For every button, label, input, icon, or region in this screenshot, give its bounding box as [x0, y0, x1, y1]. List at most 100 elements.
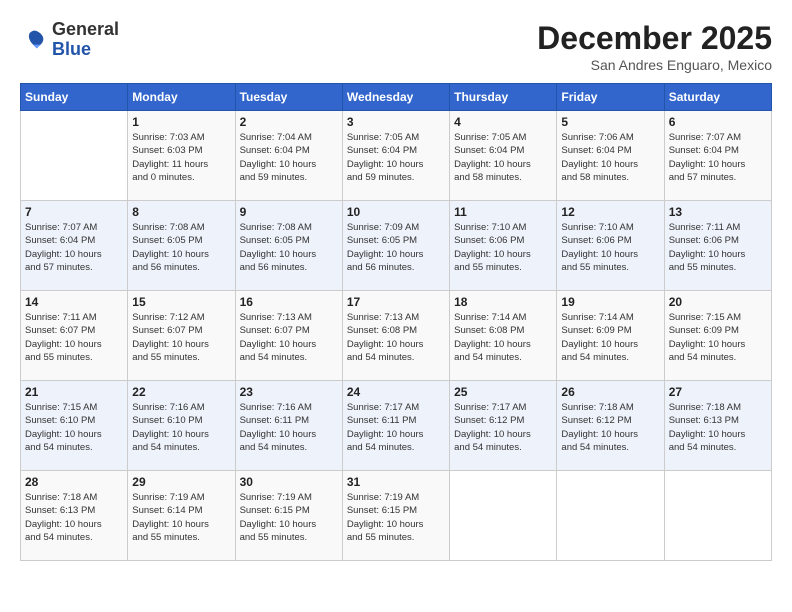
calendar-cell: 2Sunrise: 7:04 AM Sunset: 6:04 PM Daylig…: [235, 111, 342, 201]
calendar-cell: [21, 111, 128, 201]
day-info: Sunrise: 7:13 AM Sunset: 6:08 PM Dayligh…: [347, 311, 445, 364]
header-row: SundayMondayTuesdayWednesdayThursdayFrid…: [21, 84, 772, 111]
day-number: 21: [25, 385, 123, 399]
day-number: 7: [25, 205, 123, 219]
day-number: 9: [240, 205, 338, 219]
calendar-cell: 31Sunrise: 7:19 AM Sunset: 6:15 PM Dayli…: [342, 471, 449, 561]
day-info: Sunrise: 7:17 AM Sunset: 6:12 PM Dayligh…: [454, 401, 552, 454]
calendar-cell: [664, 471, 771, 561]
day-number: 30: [240, 475, 338, 489]
day-info: Sunrise: 7:11 AM Sunset: 6:06 PM Dayligh…: [669, 221, 767, 274]
day-number: 16: [240, 295, 338, 309]
week-row-1: 1 Sunrise: 7:03 AM Sunset: 6:03 PM Daylig…: [21, 111, 772, 201]
day-number: 5: [561, 115, 659, 129]
header-day-tuesday: Tuesday: [235, 84, 342, 111]
week-row-3: 14Sunrise: 7:11 AM Sunset: 6:07 PM Dayli…: [21, 291, 772, 381]
day-info: Sunrise: 7:05 AM Sunset: 6:04 PM Dayligh…: [347, 131, 445, 184]
day-info: Sunrise: 7:19 AM Sunset: 6:15 PM Dayligh…: [240, 491, 338, 544]
calendar-cell: [557, 471, 664, 561]
day-number: 13: [669, 205, 767, 219]
calendar-cell: [450, 471, 557, 561]
day-info: Sunrise: 7:16 AM Sunset: 6:11 PM Dayligh…: [240, 401, 338, 454]
header-day-thursday: Thursday: [450, 84, 557, 111]
day-info: Sunrise: 7:07 AM Sunset: 6:04 PM Dayligh…: [669, 131, 767, 184]
day-info: Sunrise: 7:15 AM Sunset: 6:10 PM Dayligh…: [25, 401, 123, 454]
calendar-cell: 29 Sunrise: 7:19 AM Sunset: 6:14 PM Dayli…: [128, 471, 235, 561]
day-number: 26: [561, 385, 659, 399]
calendar-cell: 17Sunrise: 7:13 AM Sunset: 6:08 PM Dayli…: [342, 291, 449, 381]
calendar-cell: 11Sunrise: 7:10 AM Sunset: 6:06 PM Dayli…: [450, 201, 557, 291]
calendar-body: 1 Sunrise: 7:03 AM Sunset: 6:03 PM Daylig…: [21, 111, 772, 561]
page-header: General Blue December 2025 San Andres En…: [20, 20, 772, 73]
day-info: Sunrise: 7:09 AM Sunset: 6:05 PM Dayligh…: [347, 221, 445, 274]
header-day-sunday: Sunday: [21, 84, 128, 111]
day-number: 24: [347, 385, 445, 399]
logo: General Blue: [20, 20, 119, 60]
day-info: Sunrise: 7:18 AM Sunset: 6:13 PM Dayligh…: [25, 491, 123, 544]
day-number: 18: [454, 295, 552, 309]
calendar-cell: 27 Sunrise: 7:18 AM Sunset: 6:13 PM Dayli…: [664, 381, 771, 471]
day-info: Sunrise: 7:18 AM Sunset: 6:12 PM Dayligh…: [561, 401, 659, 454]
calendar-header: SundayMondayTuesdayWednesdayThursdayFrid…: [21, 84, 772, 111]
month-title: December 2025: [537, 20, 772, 57]
calendar-cell: 25 Sunrise: 7:17 AM Sunset: 6:12 PM Dayli…: [450, 381, 557, 471]
day-number: 29: [132, 475, 230, 489]
header-day-wednesday: Wednesday: [342, 84, 449, 111]
calendar-cell: 4 Sunrise: 7:05 AM Sunset: 6:04 PM Daylig…: [450, 111, 557, 201]
day-info: Sunrise: 7:05 AM Sunset: 6:04 PM Dayligh…: [454, 131, 552, 184]
calendar-cell: 1 Sunrise: 7:03 AM Sunset: 6:03 PM Daylig…: [128, 111, 235, 201]
calendar-cell: 28 Sunrise: 7:18 AM Sunset: 6:13 PM Dayli…: [21, 471, 128, 561]
calendar-cell: 26 Sunrise: 7:18 AM Sunset: 6:12 PM Dayli…: [557, 381, 664, 471]
day-info: Sunrise: 7:17 AM Sunset: 6:11 PM Dayligh…: [347, 401, 445, 454]
day-number: 22: [132, 385, 230, 399]
day-number: 28: [25, 475, 123, 489]
day-info: Sunrise: 7:12 AM Sunset: 6:07 PM Dayligh…: [132, 311, 230, 364]
calendar-cell: 15 Sunrise: 7:12 AM Sunset: 6:07 PM Dayli…: [128, 291, 235, 381]
title-block: December 2025 San Andres Enguaro, Mexico: [537, 20, 772, 73]
calendar-cell: 7 Sunrise: 7:07 AM Sunset: 6:04 PM Daylig…: [21, 201, 128, 291]
day-info: Sunrise: 7:06 AM Sunset: 6:04 PM Dayligh…: [561, 131, 659, 184]
day-number: 27: [669, 385, 767, 399]
calendar-cell: 3 Sunrise: 7:05 AM Sunset: 6:04 PM Daylig…: [342, 111, 449, 201]
week-row-5: 28 Sunrise: 7:18 AM Sunset: 6:13 PM Dayli…: [21, 471, 772, 561]
day-info: Sunrise: 7:10 AM Sunset: 6:06 PM Dayligh…: [561, 221, 659, 274]
day-info: Sunrise: 7:19 AM Sunset: 6:15 PM Dayligh…: [347, 491, 445, 544]
day-info: Sunrise: 7:14 AM Sunset: 6:08 PM Dayligh…: [454, 311, 552, 364]
calendar-cell: 19 Sunrise: 7:14 AM Sunset: 6:09 PM Dayli…: [557, 291, 664, 381]
calendar-cell: 21 Sunrise: 7:15 AM Sunset: 6:10 PM Dayli…: [21, 381, 128, 471]
calendar-cell: 5 Sunrise: 7:06 AM Sunset: 6:04 PM Daylig…: [557, 111, 664, 201]
day-number: 10: [347, 205, 445, 219]
day-number: 1: [132, 115, 230, 129]
day-number: 3: [347, 115, 445, 129]
header-day-saturday: Saturday: [664, 84, 771, 111]
calendar-cell: 30 Sunrise: 7:19 AM Sunset: 6:15 PM Dayli…: [235, 471, 342, 561]
calendar-cell: 22Sunrise: 7:16 AM Sunset: 6:10 PM Dayli…: [128, 381, 235, 471]
location-text: San Andres Enguaro, Mexico: [537, 57, 772, 73]
day-number: 23: [240, 385, 338, 399]
day-number: 25: [454, 385, 552, 399]
day-number: 15: [132, 295, 230, 309]
calendar-cell: 6Sunrise: 7:07 AM Sunset: 6:04 PM Daylig…: [664, 111, 771, 201]
calendar-cell: 24 Sunrise: 7:17 AM Sunset: 6:11 PM Dayli…: [342, 381, 449, 471]
day-number: 4: [454, 115, 552, 129]
calendar-cell: 8Sunrise: 7:08 AM Sunset: 6:05 PM Daylig…: [128, 201, 235, 291]
header-day-monday: Monday: [128, 84, 235, 111]
calendar-cell: 23 Sunrise: 7:16 AM Sunset: 6:11 PM Dayli…: [235, 381, 342, 471]
logo-icon: [20, 26, 48, 54]
calendar-cell: 13 Sunrise: 7:11 AM Sunset: 6:06 PM Dayli…: [664, 201, 771, 291]
day-info: Sunrise: 7:19 AM Sunset: 6:14 PM Dayligh…: [132, 491, 230, 544]
day-info: Sunrise: 7:18 AM Sunset: 6:13 PM Dayligh…: [669, 401, 767, 454]
day-info: Sunrise: 7:04 AM Sunset: 6:04 PM Dayligh…: [240, 131, 338, 184]
day-info: Sunrise: 7:08 AM Sunset: 6:05 PM Dayligh…: [132, 221, 230, 274]
day-number: 19: [561, 295, 659, 309]
day-info: Sunrise: 7:07 AM Sunset: 6:04 PM Dayligh…: [25, 221, 123, 274]
calendar-cell: 18 Sunrise: 7:14 AM Sunset: 6:08 PM Dayli…: [450, 291, 557, 381]
calendar-table: SundayMondayTuesdayWednesdayThursdayFrid…: [20, 83, 772, 561]
logo-blue-text: Blue: [52, 39, 91, 59]
calendar-cell: 9Sunrise: 7:08 AM Sunset: 6:05 PM Daylig…: [235, 201, 342, 291]
day-info: Sunrise: 7:03 AM Sunset: 6:03 PM Dayligh…: [132, 131, 230, 184]
day-info: Sunrise: 7:14 AM Sunset: 6:09 PM Dayligh…: [561, 311, 659, 364]
logo-general-text: General: [52, 19, 119, 39]
week-row-2: 7 Sunrise: 7:07 AM Sunset: 6:04 PM Daylig…: [21, 201, 772, 291]
calendar-cell: 14Sunrise: 7:11 AM Sunset: 6:07 PM Dayli…: [21, 291, 128, 381]
